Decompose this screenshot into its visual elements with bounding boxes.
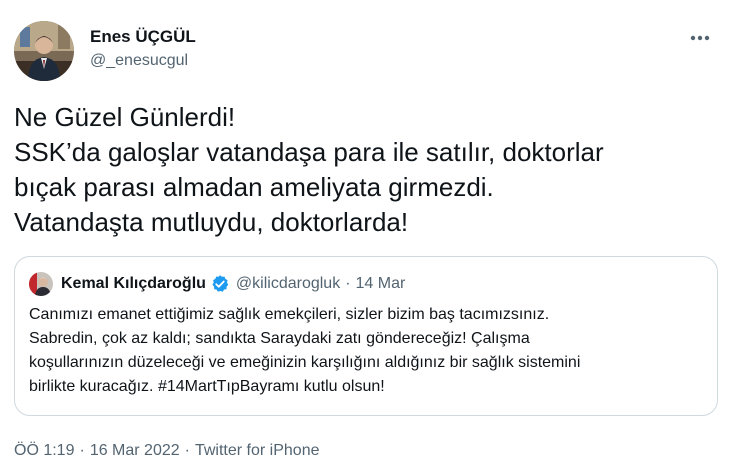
dot-separator: · bbox=[79, 442, 85, 459]
tweet-metadata: ÖÖ 1:19 · 16 Mar 2022 · Twitter for iPhone bbox=[14, 440, 319, 462]
tweet-text-line: Ne Güzel Günlerdi! bbox=[14, 102, 236, 132]
author-avatar[interactable] bbox=[14, 21, 74, 81]
verified-badge-icon bbox=[210, 274, 230, 294]
quoted-tweet-header: Kemal Kılıçdaroğlu @kilicdarogluk · 14 M… bbox=[29, 271, 405, 297]
tweet-date[interactable]: 16 Mar 2022 bbox=[90, 442, 180, 459]
quoted-tweet[interactable]: Kemal Kılıçdaroğlu @kilicdarogluk · 14 M… bbox=[14, 256, 718, 416]
author-handle[interactable]: @_enesucgul bbox=[90, 50, 196, 72]
dot-separator: · bbox=[184, 442, 190, 459]
quoted-text-line: koşullarınızın düzeleceği ve emeğinizin … bbox=[29, 354, 581, 371]
tweet-text-line: bıçak parası almadan ameliyata girmezdi. bbox=[14, 172, 494, 202]
quoted-tweet-date[interactable]: 14 Mar bbox=[356, 275, 406, 293]
quoted-text-line: Sabredin, çok az kaldı; sandıkta Sarayda… bbox=[29, 330, 530, 347]
quoted-author-name: Kemal Kılıçdaroğlu bbox=[61, 275, 206, 292]
author-display-name[interactable]: Enes ÜÇGÜL bbox=[90, 26, 196, 48]
quoted-text-line: Canımızı emanet ettiğimiz sağlık emekçil… bbox=[29, 306, 550, 323]
tweet-time[interactable]: ÖÖ 1:19 bbox=[14, 442, 74, 459]
tweet-source[interactable]: Twitter for iPhone bbox=[195, 442, 320, 459]
quoted-author-handle: @kilicdarogluk bbox=[235, 275, 341, 292]
tweet-card: Enes ÜÇGÜL @_enesucgul Ne Güzel Günlerdi… bbox=[0, 0, 732, 476]
quoted-tweet-text: Canımızı emanet ettiğimiz sağlık emekçil… bbox=[29, 303, 709, 399]
tweet-text: Ne Güzel Günlerdi! SSK’da galoşlar vatan… bbox=[14, 100, 714, 240]
tweet-text-line: SSK’da galoşlar vatandaşa para ile satıl… bbox=[14, 137, 604, 167]
quoted-author-avatar bbox=[29, 272, 53, 296]
user-avatar-image bbox=[14, 21, 74, 81]
quoted-text-line: birlikte kuracağız. #14MartTıpBayramı ku… bbox=[29, 378, 385, 395]
tweet-header: Enes ÜÇGÜL @_enesucgul bbox=[14, 18, 718, 82]
tweet-text-line: Vatandaşta mutluydu, doktorlarda! bbox=[14, 207, 409, 237]
author-info: Enes ÜÇGÜL @_enesucgul bbox=[90, 26, 196, 72]
ellipsis-icon[interactable] bbox=[686, 28, 714, 48]
dot-separator: · bbox=[345, 275, 351, 292]
